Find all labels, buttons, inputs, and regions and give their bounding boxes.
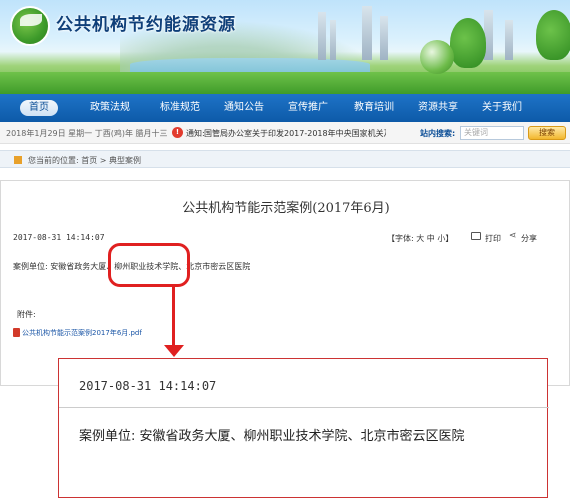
current-date: 2018年1月29日 星期一 丁酉(鸡)年 腊月十三 bbox=[6, 129, 168, 138]
zoom-date: 2017-08-31 14:14:07 bbox=[79, 379, 217, 393]
print-icon[interactable] bbox=[471, 232, 481, 240]
arrow-line bbox=[172, 287, 175, 347]
attachment-link[interactable]: 公共机构节能示范案例2017年6月.pdf bbox=[22, 328, 142, 338]
nav-item-training[interactable]: 教育培训 bbox=[352, 94, 396, 122]
tree-icon bbox=[536, 10, 570, 60]
nav-item-promotion[interactable]: 宣传推广 bbox=[286, 94, 330, 122]
main-nav: 首页 政策法规 标准规范 通知公告 宣传推广 教育培训 资源共享 关于我们 bbox=[0, 94, 570, 122]
building-icon bbox=[505, 20, 513, 60]
article-date: 2017-08-31 14:14:07 bbox=[13, 233, 105, 242]
search-button[interactable]: 搜索 bbox=[528, 126, 566, 140]
attachment-label: 附件: bbox=[17, 310, 36, 319]
article-title: 公共机构节能示范案例(2017年6月) bbox=[182, 201, 390, 216]
zoom-divider bbox=[59, 407, 549, 408]
pdf-icon bbox=[13, 328, 20, 337]
building-icon bbox=[318, 12, 326, 60]
nav-item-home[interactable]: 首页 bbox=[20, 100, 58, 116]
nav-item-notices[interactable]: 通知公告 bbox=[222, 94, 266, 122]
zoom-callout: 2017-08-31 14:14:07 案例单位: 安徽省政务大厦、柳州职业技术… bbox=[58, 358, 549, 498]
arrow-down-icon bbox=[164, 345, 184, 357]
banner-grass bbox=[0, 72, 570, 94]
header-banner: 公共机构节约能源资源 bbox=[0, 0, 570, 94]
tree-icon bbox=[450, 18, 486, 68]
font-size-controls[interactable]: 【字体: 大 中 小】 bbox=[387, 233, 453, 244]
article-panel: 公共机构节能示范案例(2017年6月) 2017-08-31 14:14:07 … bbox=[0, 180, 570, 386]
zoom-units: 案例单位: 安徽省政务大厦、柳州职业技术学院、北京市密云区医院 bbox=[79, 429, 465, 444]
nav-item-standards[interactable]: 标准规范 bbox=[158, 94, 202, 122]
globe-icon bbox=[420, 40, 454, 74]
building-icon bbox=[380, 16, 388, 60]
leaf-icon bbox=[20, 14, 42, 26]
notice-link[interactable]: 国管局办公室关于印发2017-2018年中央国家机关及所属公 bbox=[204, 128, 386, 139]
location-icon bbox=[14, 156, 22, 164]
building-icon bbox=[330, 20, 336, 60]
notice-label: 通知: bbox=[186, 129, 205, 138]
nav-item-resources[interactable]: 资源共享 bbox=[416, 94, 460, 122]
site-title[interactable]: 公共机构节约能源资源 bbox=[56, 10, 236, 35]
share-button[interactable]: 分享 bbox=[521, 233, 537, 244]
building-icon bbox=[362, 6, 372, 60]
share-icon[interactable]: ⋖ bbox=[509, 231, 519, 241]
breadcrumb: 您当前的位置: 首页 > 典型案例 bbox=[0, 150, 570, 168]
info-bar: 2018年1月29日 星期一 丁酉(鸡)年 腊月十三 ! 通知: 国管局办公室关… bbox=[0, 122, 570, 144]
site-logo[interactable] bbox=[10, 6, 50, 46]
print-button[interactable]: 打印 bbox=[485, 233, 501, 244]
search-label: 站内搜索: bbox=[420, 129, 456, 138]
highlight-circle bbox=[108, 243, 190, 287]
nav-item-about[interactable]: 关于我们 bbox=[480, 94, 524, 122]
notice-icon: ! bbox=[172, 127, 183, 138]
search-input[interactable]: 关键词 bbox=[460, 126, 524, 140]
breadcrumb-text[interactable]: 您当前的位置: 首页 > 典型案例 bbox=[28, 155, 141, 166]
nav-item-policy[interactable]: 政策法规 bbox=[88, 94, 132, 122]
